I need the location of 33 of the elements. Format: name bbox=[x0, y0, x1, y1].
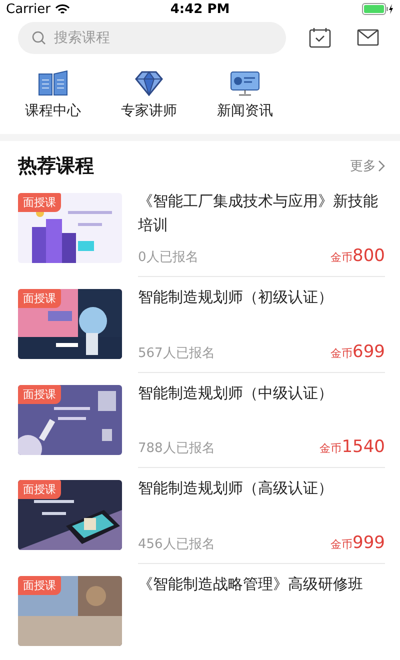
enrolled-count: 567人已报名 bbox=[138, 344, 215, 362]
course-badge: 面授课 bbox=[18, 192, 61, 212]
course-badge: 面授课 bbox=[18, 384, 61, 404]
carrier-label: Carrier bbox=[6, 2, 50, 17]
course-title[interactable]: 智能制造规划师（初级认证） bbox=[138, 284, 385, 309]
enrolled-count: 0人已报名 bbox=[138, 248, 198, 266]
chevron-right-icon bbox=[378, 160, 385, 172]
category-button[interactable]: 课程中心 bbox=[18, 70, 88, 132]
enrolled-count: 788人已报名 bbox=[138, 440, 215, 458]
battery-icon bbox=[362, 3, 394, 16]
more-link[interactable]: 更多 bbox=[350, 156, 385, 175]
category-button[interactable]: 专家讲师 bbox=[114, 70, 184, 132]
course-title[interactable]: 智能制造规划师（高级认证） bbox=[138, 476, 385, 500]
course-badge: 面授课 bbox=[18, 576, 61, 596]
course-title[interactable]: 《智能工厂集成技术与应用》新技能培训 bbox=[138, 188, 385, 237]
course-price: 金币 1540 bbox=[320, 437, 385, 458]
course-price: 金币699 bbox=[330, 342, 385, 362]
section-title: 热荐课程 bbox=[18, 154, 94, 179]
search-field[interactable]: 搜索课程 bbox=[18, 22, 286, 54]
book-icon bbox=[38, 70, 68, 96]
search-icon bbox=[32, 30, 46, 45]
enrolled-count: 456人已报名 bbox=[138, 536, 215, 554]
course-price: 金币800 bbox=[330, 246, 385, 266]
monitor-icon bbox=[230, 70, 260, 96]
category-button[interactable]: 新闻资讯 bbox=[210, 70, 280, 132]
course-price: 金币999 bbox=[330, 533, 385, 554]
course-title[interactable]: 《智能制造战略管理》高级研修班 bbox=[138, 572, 385, 596]
wifi-icon bbox=[55, 4, 70, 15]
course-badge: 面授课 bbox=[18, 288, 61, 308]
course-title[interactable]: 智能制造规划师（中级认证） bbox=[138, 380, 385, 405]
course-badge: 面授课 bbox=[18, 480, 61, 500]
status-time: 4:42 PM bbox=[170, 2, 230, 17]
diamond-icon bbox=[134, 70, 164, 96]
